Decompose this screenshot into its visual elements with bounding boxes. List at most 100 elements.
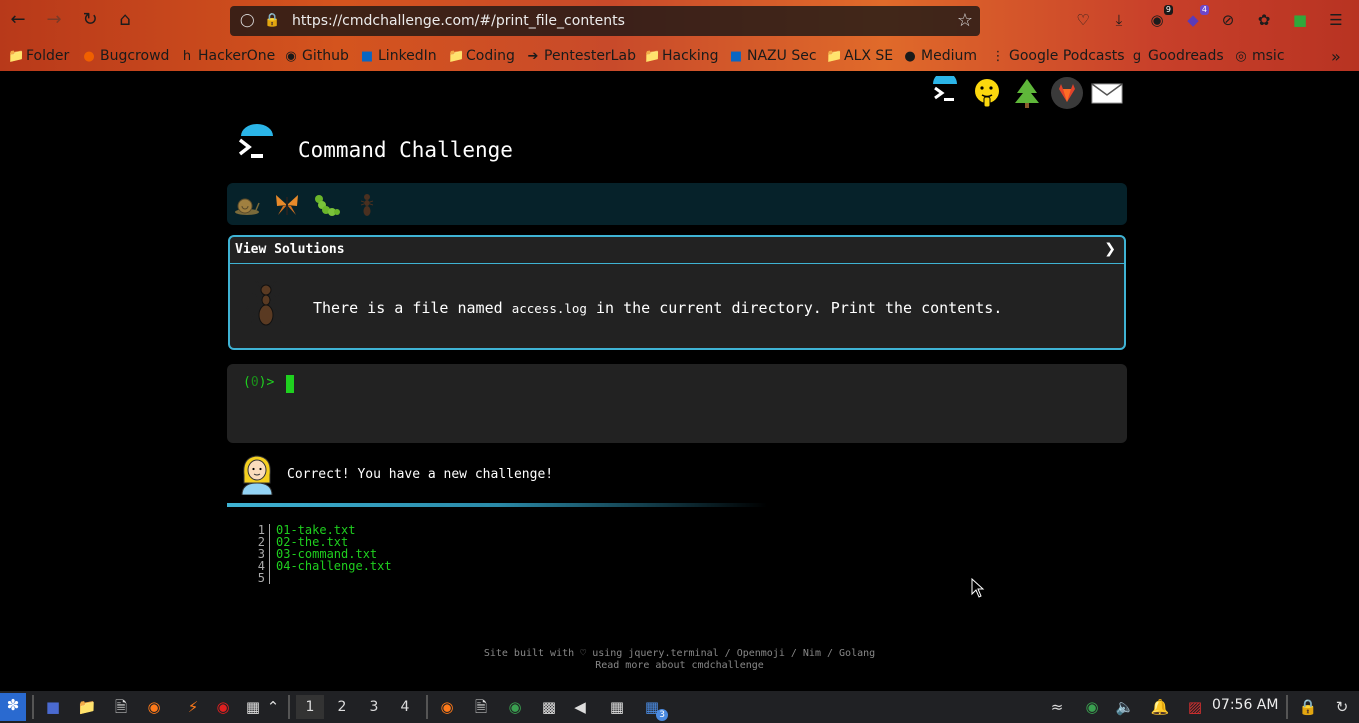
taskbar-separator <box>1286 695 1288 719</box>
file-name <box>270 572 276 584</box>
chrome-tray-icon[interactable]: ◉ <box>1080 695 1104 719</box>
file-name: 04-challenge.txt <box>276 559 392 573</box>
system-clock[interactable]: 07:56 AM <box>1212 697 1278 713</box>
record-app-icon[interactable]: ◉ <box>211 695 235 719</box>
burpsuite-icon[interactable]: ⚡ <box>181 695 205 719</box>
forward-icon[interactable]: → <box>43 9 65 31</box>
terminal-logo-icon[interactable] <box>928 72 962 110</box>
workspace-4[interactable]: 4 <box>391 695 419 719</box>
list-item: 4 04-challenge.txt <box>256 560 392 572</box>
notifications-extension-icon[interactable]: ◉ 9 <box>1147 5 1173 30</box>
bookmark-bugcrowd[interactable]: ● Bugcrowd <box>82 44 169 68</box>
bell-icon[interactable]: 🔔 <box>1148 695 1172 719</box>
lock-icon[interactable]: 🔒 <box>264 13 280 28</box>
address-bar[interactable]: ◯ 🔒 https://cmdchallenge.com/#/print_fil… <box>230 6 980 36</box>
bookmark-medium[interactable]: ● Medium <box>903 44 977 68</box>
bookmarks-toolbar: 📁 Folder ● Bugcrowd h HackerOne ◉ Github ■ Li… <box>0 44 1359 68</box>
bookmark-hacking[interactable]: 📁 Hacking <box>644 44 719 68</box>
cookie-icon[interactable]: ✿ <box>1254 10 1274 30</box>
text-editor-icon[interactable]: 🗎 <box>109 695 133 719</box>
filename-code: access.log <box>511 301 587 316</box>
power-warning-icon[interactable]: ▨ <box>1183 695 1207 719</box>
challenge-divider <box>230 263 1124 264</box>
ant-badge-icon[interactable] <box>353 191 381 219</box>
success-message: Correct! You have a new challenge! <box>287 467 554 482</box>
mail-icon[interactable] <box>1090 76 1124 110</box>
logout-icon[interactable]: ↻ <box>1330 695 1354 719</box>
view-solutions-toggle[interactable]: View Solutions <box>235 242 345 257</box>
bookmark-coding[interactable]: 📁 Coding <box>448 44 515 68</box>
extension-count-badge: 4 <box>1199 5 1209 15</box>
home-icon[interactable]: ⌂ <box>114 9 136 31</box>
page-title: Command Challenge <box>298 138 513 162</box>
firefox-launcher-icon[interactable]: ◉ <box>142 695 166 719</box>
challenge-progress-bar <box>227 503 767 507</box>
shield-icon[interactable]: ◯ <box>240 13 255 28</box>
grouped-windows-icon[interactable]: ▦ 3 <box>640 695 668 721</box>
snail-icon[interactable] <box>233 191 261 219</box>
line-number: 5 <box>256 572 270 584</box>
editor-window-icon[interactable]: 🗎 <box>469 695 493 719</box>
thinking-face-icon[interactable] <box>970 76 1004 110</box>
volume-icon[interactable]: 🔈 <box>1113 695 1137 719</box>
navigation-toolbar: ← → ↻ ⌂ ◯ 🔒 https://cmdchallenge.com/#/p… <box>0 3 1359 37</box>
downloads-icon[interactable]: ⤓ <box>1109 10 1129 30</box>
level-badges-bar <box>227 183 1127 225</box>
taskbar-separator <box>32 695 34 719</box>
lock-screen-icon[interactable]: 🔒 <box>1296 695 1320 719</box>
folder-icon: 📁 <box>644 48 661 64</box>
footer-about-link[interactable]: Read more about cmdchallenge <box>0 660 1359 672</box>
bookmark-github[interactable]: ◉ Github <box>284 44 349 68</box>
gitlab-icon[interactable] <box>1050 76 1084 110</box>
command-terminal[interactable]: (0)> <box>227 364 1127 443</box>
show-desktop-icon[interactable]: ■ <box>41 695 65 719</box>
reload-icon[interactable]: ↻ <box>79 9 101 31</box>
bookmark-linkedin[interactable]: ■ LinkedIn <box>360 44 437 68</box>
chevron-up-icon[interactable]: ⌃ <box>263 695 283 719</box>
back-icon[interactable]: ← <box>7 9 29 31</box>
block-extension-icon[interactable]: ⊘ <box>1218 10 1238 30</box>
bookmark-goodreads[interactable]: g Goodreads <box>1130 44 1224 68</box>
tree-icon[interactable] <box>1010 76 1044 110</box>
menu-icon[interactable]: ☰ <box>1326 10 1346 30</box>
pocket-icon[interactable]: ♡ <box>1073 10 1093 30</box>
bookmark-pentesterlab[interactable]: ➔ PentesterLab <box>526 44 636 68</box>
more-bookmarks-chevron-icon[interactable]: » <box>1331 44 1341 68</box>
caterpillar-icon[interactable] <box>313 191 341 219</box>
terminal-prompt: (0)> <box>243 375 275 390</box>
screen-recorder-window-icon[interactable]: ▩ <box>537 695 561 719</box>
footer-credits[interactable]: Site built with ♡ using jquery.terminal … <box>0 648 1359 660</box>
notification-count-badge: 9 <box>1163 5 1173 15</box>
list-item: 5 <box>256 572 392 584</box>
chrome-window-icon[interactable]: ◉ <box>503 695 527 719</box>
chevron-right-icon[interactable]: ❯ <box>1104 241 1116 257</box>
workspace-1[interactable]: 1 <box>296 695 324 719</box>
bookmark-folder[interactable]: 📁 Folder <box>8 44 69 68</box>
kali-menu-icon[interactable]: ✽ <box>0 693 26 721</box>
terminal-cursor[interactable] <box>286 375 294 393</box>
terminal-window-icon[interactable]: ▦ <box>605 695 629 719</box>
bookmark-google-podcasts[interactable]: ⋮ Google Podcasts <box>991 44 1125 68</box>
site-logo-icon[interactable] <box>236 123 278 165</box>
site-footer: Site built with ♡ using jquery.terminal … <box>0 648 1359 672</box>
pentesterlab-icon: ➔ <box>527 48 539 64</box>
bookmark-star-icon[interactable]: ☆ <box>957 10 973 31</box>
file-manager-icon[interactable]: 📁 <box>75 695 99 719</box>
firefox-window-icon[interactable]: ◉ <box>435 695 459 719</box>
bookmark-alx-se[interactable]: 📁 ALX SE <box>826 44 893 68</box>
url-text[interactable]: https://cmdchallenge.com/#/print_file_co… <box>292 13 625 29</box>
terminal-launcher-icon[interactable]: ▦ <box>241 695 265 719</box>
woman-avatar-icon <box>238 453 276 496</box>
volume-window-icon[interactable]: ◀ <box>568 695 592 719</box>
bookmark-msic[interactable]: ◎ msic <box>1234 44 1284 68</box>
green-extension-icon[interactable]: ■ <box>1290 10 1310 30</box>
workspace-2[interactable]: 2 <box>328 695 356 719</box>
bookmark-hackerone[interactable]: h HackerOne <box>180 44 275 68</box>
wifi-icon[interactable]: ≈ <box>1045 695 1069 719</box>
globe-icon: ◎ <box>1235 48 1247 64</box>
bookmark-nazu-sec[interactable]: ■ NAZU Sec <box>729 44 817 68</box>
extension-icon[interactable]: ◆ 4 <box>1183 5 1209 30</box>
workspace-3[interactable]: 3 <box>360 695 388 719</box>
system-taskbar: ✽ ■ 📁 🗎 ◉ ⚡ ◉ ▦ ⌃ 1 2 3 4 ◉ 🗎 ◉ ▩ ◀ ▦ ▦ 3… <box>0 691 1359 723</box>
butterfly-icon[interactable] <box>273 191 301 219</box>
